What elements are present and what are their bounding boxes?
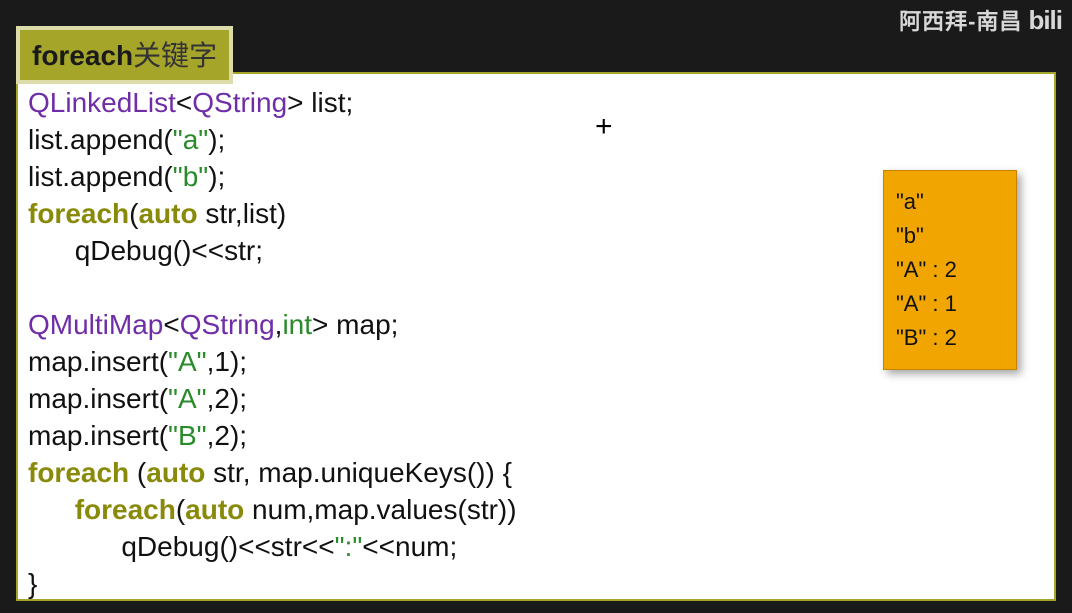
code-token — [28, 531, 121, 562]
code-token: "b" — [173, 161, 208, 192]
code-token: "B" — [168, 420, 207, 451]
code-token: ( — [129, 457, 146, 488]
code-token: > — [312, 309, 328, 340]
watermark: 阿西拜-南昌 bili — [899, 4, 1062, 36]
code-token: } — [28, 568, 37, 599]
code-token: map; — [328, 309, 398, 340]
code-token: QString — [180, 309, 275, 340]
slide-title: foreach关键字 — [16, 26, 233, 84]
code-token: ()<<str<< — [219, 531, 334, 562]
title-suffix: 关键字 — [133, 40, 217, 71]
code-token: map.insert( — [28, 420, 168, 451]
code-token: num,map.values(str)) — [244, 494, 516, 525]
code-token: auto — [146, 457, 205, 488]
code-token: list.append( — [28, 161, 173, 192]
code-token: "A" — [168, 346, 207, 377]
code-token: qDebug — [75, 235, 173, 266]
code-token — [28, 235, 75, 266]
code-token: "a" — [173, 124, 208, 155]
code-token: map.insert( — [28, 346, 168, 377]
code-token: ()<<str; — [173, 235, 263, 266]
code-token: QMultiMap — [28, 309, 163, 340]
code-token: QLinkedList — [28, 87, 176, 118]
code-token: str,list) — [198, 198, 287, 229]
code-token: auto — [138, 198, 197, 229]
code-token — [28, 494, 75, 525]
code-token: int — [282, 309, 312, 340]
watermark-text: 阿西拜-南昌 — [899, 4, 1022, 36]
code-token: "A" — [168, 383, 207, 414]
output-line: "a" — [896, 185, 1006, 219]
code-token: ":" — [335, 531, 363, 562]
code-token: > — [287, 87, 303, 118]
code-token: map.insert( — [28, 383, 168, 414]
code-token: ); — [208, 161, 225, 192]
code-token: ,1); — [207, 346, 247, 377]
code-token: < — [176, 87, 192, 118]
code-token: str, map.uniqueKeys()) { — [205, 457, 512, 488]
code-token: QString — [192, 87, 287, 118]
code-token: list.append( — [28, 124, 173, 155]
code-token: <<num; — [362, 531, 457, 562]
code-token: ); — [208, 124, 225, 155]
code-token: foreach — [28, 457, 129, 488]
code-token: ,2); — [207, 383, 247, 414]
output-line: "B" : 2 — [896, 321, 1006, 355]
code-token: foreach — [75, 494, 176, 525]
title-keyword: foreach — [32, 40, 133, 71]
code-token: qDebug — [121, 531, 219, 562]
code-token: foreach — [28, 198, 129, 229]
code-token: < — [163, 309, 179, 340]
output-line: "b" — [896, 219, 1006, 253]
output-box: "a" "b" "A" : 2 "A" : 1 "B" : 2 — [883, 170, 1017, 370]
code-token: ( — [176, 494, 185, 525]
code-token: list; — [304, 87, 354, 118]
output-line: "A" : 2 — [896, 253, 1006, 287]
code-token: ,2); — [207, 420, 247, 451]
output-line: "A" : 1 — [896, 287, 1006, 321]
code-token: auto — [185, 494, 244, 525]
watermark-logo: bili — [1028, 5, 1062, 36]
